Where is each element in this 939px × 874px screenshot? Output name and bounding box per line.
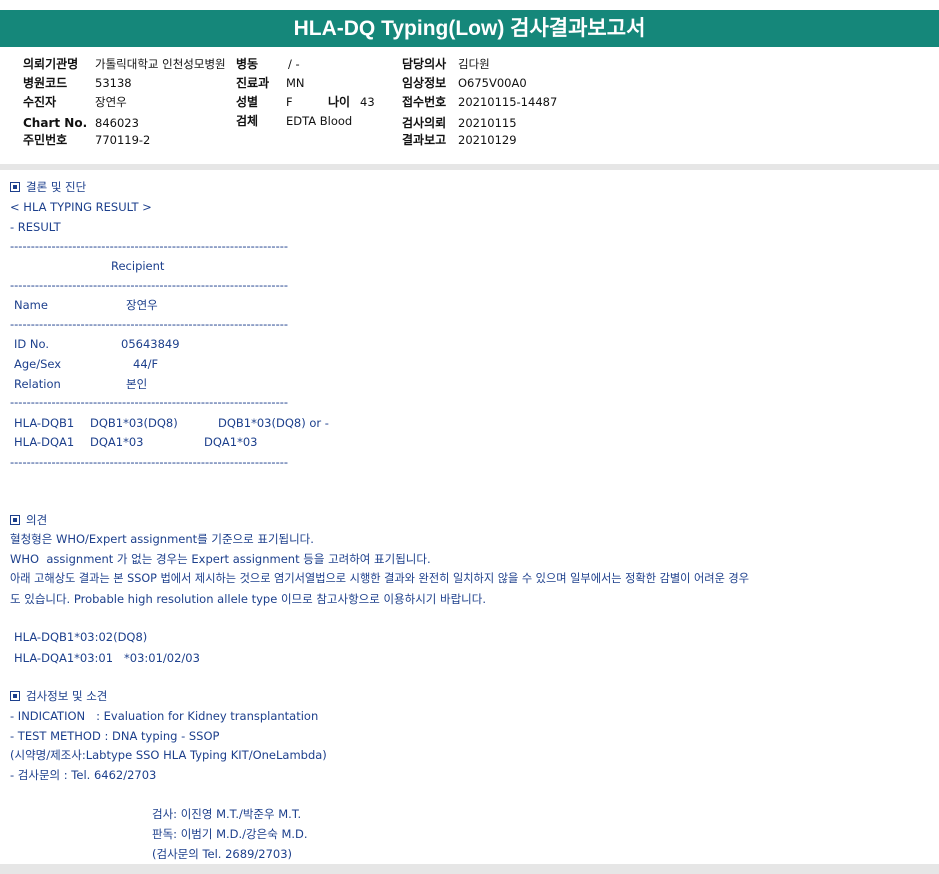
opinion-line: 도 있습니다. Probable high resolution allele …: [10, 592, 486, 606]
result-title: < HLA TYPING RESULT >: [10, 200, 152, 214]
receipt-value: 20210115-14487: [458, 95, 558, 109]
section-square-icon: [10, 515, 20, 525]
dqa1-label: HLA-DQA1: [14, 435, 75, 449]
signature-tester: 검사: 이진영 M.T./박준우 M.T.: [152, 807, 302, 821]
sex-value: F: [286, 95, 293, 109]
request-value: 20210115: [458, 116, 517, 130]
ward-value: / -: [288, 57, 300, 71]
report-date-value: 20210129: [458, 133, 517, 147]
request-label: 검사의뢰: [402, 116, 447, 130]
method-line: - TEST METHOD : DNA typing - SSOP: [10, 729, 220, 743]
name-value: 장연우: [126, 298, 158, 312]
agesex-value: 44/F: [133, 357, 159, 371]
opinion-line: 아래 고해상도 결과는 본 SSOP 법에서 제시하는 것으로 염기서열법으로 …: [10, 572, 750, 585]
dqa1-value-serology: DQA1*03: [204, 435, 258, 449]
opinion-line: 혈청형은 WHO/Expert assignment를 기준으로 표기됩니다.: [10, 532, 314, 546]
section-square-icon: [10, 182, 20, 192]
test-info-heading: 검사정보 및 소견: [10, 688, 107, 704]
signature-reader: 판독: 이범기 M.D./강은숙 M.D.: [152, 827, 308, 841]
relation-label: Relation: [14, 377, 61, 391]
dept-label: 진료과: [236, 76, 270, 90]
chart-label: Chart No.: [23, 116, 88, 130]
divider-line: ----------------------------------------…: [10, 317, 289, 331]
dqb1-value-serology: DQB1*03(DQ8) or -: [218, 416, 329, 430]
high-res-dqb1: HLA-DQB1*03:02(DQ8): [14, 630, 148, 644]
age-value: 43: [360, 95, 375, 109]
test-info-heading-text: 검사정보 및 소견: [26, 689, 108, 703]
hospital-code-label: 병원코드: [23, 76, 68, 90]
name-label: Name: [14, 298, 48, 312]
rrn-value: 770119-2: [95, 133, 151, 147]
opinion-line: WHO assignment 가 없는 경우는 Expert assignmen…: [10, 552, 431, 566]
chart-value: 846023: [95, 116, 139, 130]
doctor-value: 김다원: [458, 57, 490, 71]
sex-label: 성별: [236, 95, 259, 109]
opinion-heading: 의견: [10, 512, 47, 528]
report-title: HLA-DQ Typing(Low) 검사결과보고서: [0, 10, 939, 47]
conclusion-heading: 결론 및 진단: [10, 179, 86, 195]
recipient-column-header: Recipient: [111, 259, 165, 273]
bottom-bar: [0, 864, 939, 874]
specimen-label: 검체: [236, 114, 259, 128]
id-label: ID No.: [14, 337, 49, 351]
hospital-code-value: 53138: [95, 76, 132, 90]
contact-line: - 검사문의 : Tel. 6462/2703: [10, 768, 157, 782]
report-date-label: 결과보고: [402, 133, 447, 147]
clinical-label: 임상정보: [402, 76, 447, 90]
doctor-label: 담당의사: [402, 57, 447, 71]
divider-line: ----------------------------------------…: [10, 278, 289, 292]
recipient-label: 수진자: [23, 95, 57, 109]
age-label: 나이: [328, 95, 351, 109]
specimen-value: EDTA Blood: [286, 114, 353, 128]
header-divider: [0, 164, 939, 170]
result-subtitle: - RESULT: [10, 220, 61, 234]
receipt-label: 접수번호: [402, 95, 447, 109]
section-square-icon: [10, 691, 20, 701]
signature-contact: (검사문의 Tel. 2689/2703): [152, 847, 293, 861]
rrn-label: 주민번호: [23, 133, 68, 147]
ward-label: 병동: [236, 57, 259, 71]
conclusion-heading-text: 결론 및 진단: [26, 180, 87, 194]
dqa1-value: DQA1*03: [90, 435, 144, 449]
divider-line: ----------------------------------------…: [10, 239, 289, 253]
divider-line: ----------------------------------------…: [10, 395, 289, 409]
indication-line: - INDICATION : Evaluation for Kidney tra…: [10, 709, 319, 723]
clinical-value: O675V00A0: [458, 76, 527, 90]
reagent-line: (시약명/제조사:Labtype SSO HLA Typing KIT/OneL…: [10, 748, 327, 762]
dqb1-label: HLA-DQB1: [14, 416, 75, 430]
institution-value: 가톨릭대학교 인천성모병원: [95, 57, 226, 71]
id-value: 05643849: [121, 337, 180, 351]
relation-value: 본인: [126, 377, 148, 391]
dept-value: MN: [286, 76, 305, 90]
opinion-heading-text: 의견: [26, 513, 48, 527]
high-res-dqa1: HLA-DQA1*03:01 *03:01/02/03: [14, 651, 200, 665]
divider-line: ----------------------------------------…: [10, 455, 289, 469]
institution-label: 의뢰기관명: [23, 57, 79, 71]
recipient-value: 장연우: [95, 95, 127, 109]
dqb1-value: DQB1*03(DQ8): [90, 416, 178, 430]
report-header: 의뢰기관명 가톨릭대학교 인천성모병원 병동 / - 담당의사 김다원 병원코드…: [0, 47, 939, 163]
agesex-label: Age/Sex: [14, 357, 62, 371]
